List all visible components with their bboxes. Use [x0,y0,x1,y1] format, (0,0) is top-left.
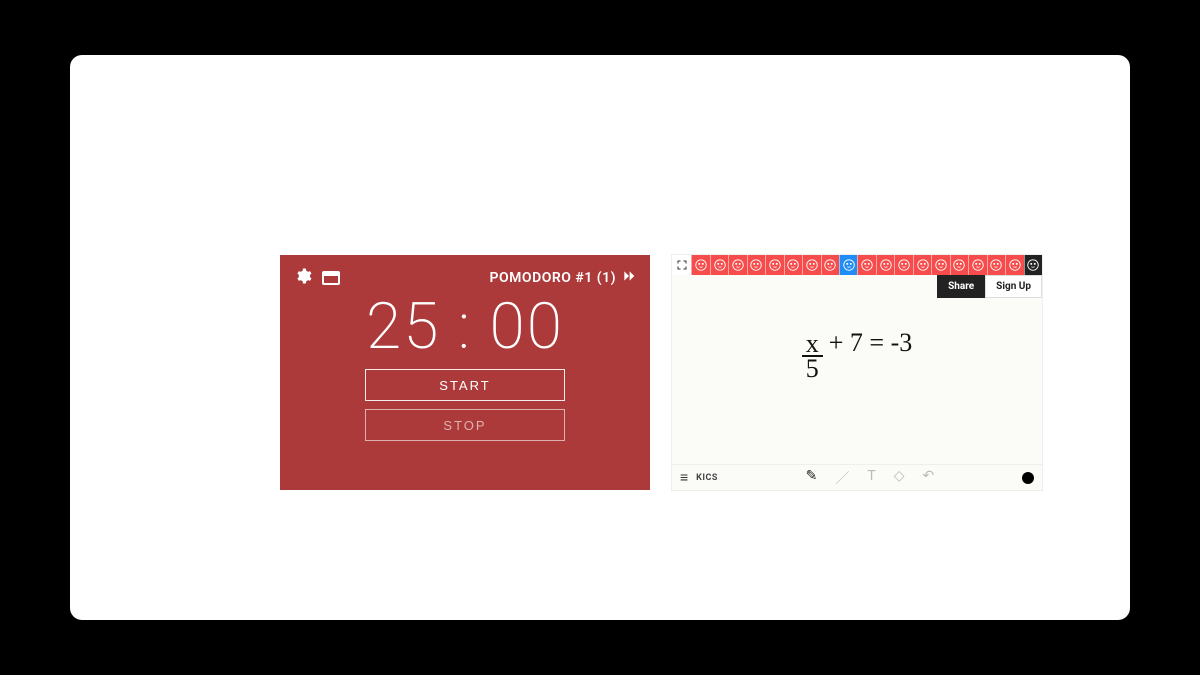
avatar-row [672,255,1042,275]
pomodoro-panel: POMODORO #1 (1) 25 : 00 START STOP [280,255,650,490]
avatar-icon[interactable] [968,255,986,275]
board-footer: ≡ KICS ✎ ／ T ◇ ↶ [672,464,1042,490]
equation-rest: + 7 = -3 [829,328,912,358]
stop-button[interactable]: STOP [365,409,565,441]
avatar-icon[interactable] [857,255,875,275]
pomodoro-top-left [294,267,340,289]
avatar-icon[interactable] [931,255,949,275]
equation-denominator: 5 [802,357,823,380]
avatar-icon[interactable] [987,255,1005,275]
gear-icon[interactable] [294,267,312,289]
avatar-icon[interactable] [894,255,912,275]
pomodoro-topbar: POMODORO #1 (1) [294,267,636,289]
avatar-icon[interactable] [802,255,820,275]
pomodoro-title: POMODORO #1 (1) [490,270,616,286]
avatar-icon[interactable] [691,255,709,275]
start-button[interactable]: START [365,369,565,401]
window-icon[interactable] [322,271,340,285]
avatar-icon[interactable] [950,255,968,275]
timer-display: 25 : 00 [294,295,636,359]
share-button[interactable]: Share [937,275,985,298]
undo-icon[interactable]: ↶ [923,468,935,488]
avatar-icon[interactable] [728,255,746,275]
avatar-icon[interactable] [876,255,894,275]
avatar-icon[interactable] [784,255,802,275]
board-header: Share Sign Up [672,275,1042,298]
line-tool-icon[interactable]: ／ [835,468,849,488]
avatar-icon[interactable] [710,255,728,275]
avatar-icon[interactable] [839,255,857,275]
avatar-icon[interactable] [821,255,839,275]
fullscreen-icon[interactable] [672,255,691,275]
skip-icon[interactable] [622,269,636,287]
avatar-icon[interactable] [913,255,931,275]
whiteboard-panel: Share Sign Up x 5 + 7 = -3 ≡ KICS ✎ ／ T … [672,255,1042,490]
user-name: KICS [696,473,718,483]
tool-row: ✎ ／ T ◇ ↶ [726,468,1014,488]
avatar-icon[interactable] [1005,255,1023,275]
text-tool-icon[interactable]: T [867,468,875,488]
content-row: POMODORO #1 (1) 25 : 00 START STOP [280,255,1042,490]
color-picker-icon[interactable] [1022,472,1034,484]
avatar-icon[interactable] [765,255,783,275]
eraser-tool-icon[interactable]: ◇ [894,468,905,488]
whiteboard-canvas[interactable]: x 5 + 7 = -3 [672,298,1042,464]
pomodoro-buttons: START STOP [294,369,636,441]
avatar-icon[interactable] [747,255,765,275]
menu-icon[interactable]: ≡ [680,469,688,486]
pomodoro-title-wrap: POMODORO #1 (1) [490,269,636,287]
equation-fraction: x 5 [802,332,823,381]
avatar-icon[interactable] [1024,255,1042,275]
pen-tool-icon[interactable]: ✎ [806,468,818,488]
signup-button[interactable]: Sign Up [985,275,1042,298]
slide-card: POMODORO #1 (1) 25 : 00 START STOP [70,55,1130,620]
